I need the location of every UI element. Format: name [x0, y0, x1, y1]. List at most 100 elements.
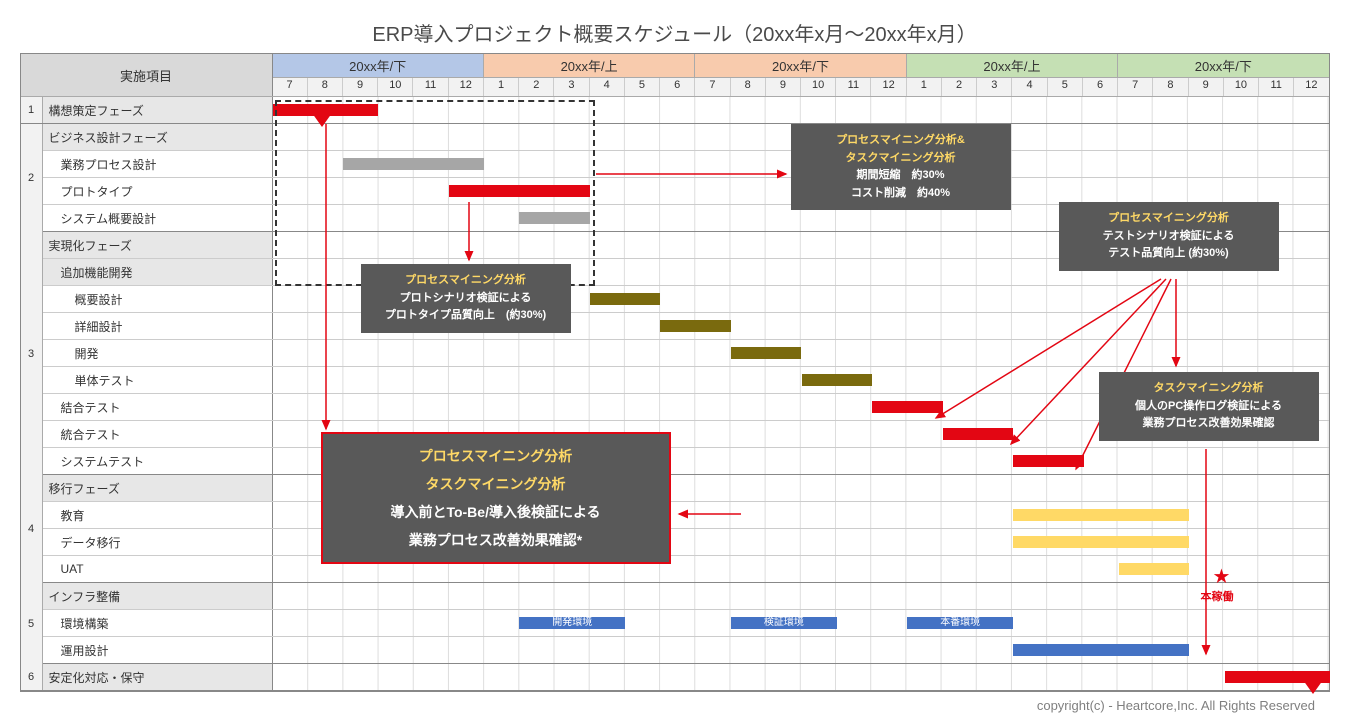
month-header: 6 [660, 78, 695, 96]
task-label: 環境構築 [43, 610, 273, 636]
group-number: 2 [21, 124, 43, 232]
callout-proto-quality: プロセスマイニング分析 プロトシナリオ検証による プロトタイプ品質向上 (約30… [361, 264, 571, 333]
task-label: システム概要設計 [43, 205, 273, 231]
month-header: 11 [413, 78, 448, 96]
month-header: 11 [1259, 78, 1294, 96]
task-label: データ移行 [43, 529, 273, 555]
month-header: 4 [590, 78, 625, 96]
month-header: 9 [1189, 78, 1224, 96]
timeline-lane [273, 637, 1329, 663]
gantt-bar: 検証環境 [731, 617, 837, 629]
month-header: 10 [1224, 78, 1259, 96]
go-live-label: 本稼働 [1201, 588, 1234, 604]
header-periods: 実施項目 20xx年/下20xx年/上20xx年/下20xx年/上20xx年/下… [21, 54, 1329, 97]
month-header: 4 [1012, 78, 1047, 96]
month-header: 11 [836, 78, 871, 96]
gantt-bar [449, 185, 590, 197]
gantt-row: プロトタイプ [21, 178, 1329, 205]
gantt-bar: 本番環境 [907, 617, 1013, 629]
month-header: 7 [1118, 78, 1153, 96]
period-header: 20xx年/下 [695, 54, 906, 77]
group-number: 4 [21, 475, 43, 583]
gantt-bar [1013, 536, 1189, 548]
gantt-row: 6安定化対応・保守 [21, 664, 1329, 691]
callout-main-effect: プロセスマイニング分析 タスクマイニング分析 導入前とTo-Be/導入後検証によ… [321, 432, 671, 564]
month-header: 2 [942, 78, 977, 96]
period-header: 20xx年/上 [907, 54, 1118, 77]
copyright-footer: copyright(c) - Heartcore,Inc. All Rights… [10, 698, 1315, 713]
timeline-lane [273, 664, 1329, 690]
gantt-row: インフラ整備 [21, 583, 1329, 610]
month-header: 2 [519, 78, 554, 96]
task-label: UAT [43, 556, 273, 582]
task-label: ビジネス設計フェーズ [43, 124, 273, 150]
month-header: 3 [977, 78, 1012, 96]
month-header: 3 [554, 78, 589, 96]
task-label: 開発 [43, 340, 273, 366]
timeline-lane [273, 583, 1329, 609]
task-label: 追加機能開発 [43, 259, 273, 285]
callout-mining-savings: プロセスマイニング分析& タスクマイニング分析 期間短縮 約30% コスト削減 … [791, 124, 1011, 210]
month-header: 8 [731, 78, 766, 96]
gantt-bar [1013, 644, 1189, 656]
task-label: 統合テスト [43, 421, 273, 447]
gantt-bar: 開発環境 [519, 617, 625, 629]
gantt-row: データ移行 [21, 529, 1329, 556]
gantt-bar [519, 212, 590, 224]
month-header: 9 [343, 78, 378, 96]
gantt-bar [1013, 509, 1189, 521]
gantt-row: 1構想策定フェーズ [21, 97, 1329, 124]
gantt-bar [1119, 563, 1190, 575]
month-header: 1 [907, 78, 942, 96]
gantt-row: システムテスト [21, 448, 1329, 475]
month-header: 5 [625, 78, 660, 96]
month-header: 8 [1153, 78, 1188, 96]
month-header: 12 [1294, 78, 1328, 96]
callout-task-mining: タスクマイニング分析 個人のPC操作ログ検証による 業務プロセス改善効果確認 [1099, 372, 1319, 441]
group-number: 3 [21, 232, 43, 475]
month-header: 7 [695, 78, 730, 96]
task-label: 安定化対応・保守 [43, 664, 273, 690]
month-header: 10 [801, 78, 836, 96]
task-label: 構想策定フェーズ [43, 97, 273, 123]
gantt-row: 開発 [21, 340, 1329, 367]
gantt-row: 業務プロセス設計 [21, 151, 1329, 178]
timeline-lane [273, 97, 1329, 123]
timeline-lane: 開発環境 検証環境 本番環境 [273, 610, 1329, 636]
task-label: インフラ整備 [43, 583, 273, 609]
gantt-row: ビジネス設計フェーズ [21, 124, 1329, 151]
task-label: 業務プロセス設計 [43, 151, 273, 177]
task-label: 教育 [43, 502, 273, 528]
task-label: システムテスト [43, 448, 273, 474]
gantt-row: 教育 [21, 502, 1329, 529]
task-label: 概要設計 [43, 286, 273, 312]
month-header: 9 [766, 78, 801, 96]
milestone-marker [1303, 680, 1323, 694]
month-header: 5 [1048, 78, 1083, 96]
row-number: 6 [21, 664, 43, 690]
gantt-bar [872, 401, 943, 413]
month-header: 8 [308, 78, 343, 96]
month-header: 1 [484, 78, 519, 96]
gantt-row: UAT [21, 556, 1329, 583]
period-header: 20xx年/上 [484, 54, 695, 77]
gantt-row: 詳細設計 [21, 313, 1329, 340]
gantt-bar [1013, 455, 1084, 467]
task-label: プロトタイプ [43, 178, 273, 204]
go-live-star-icon: ★ [1213, 564, 1231, 589]
month-header: 12 [449, 78, 484, 96]
gantt-row: 環境構築 開発環境 検証環境 本番環境 [21, 610, 1329, 637]
period-header: 20xx年/下 [273, 54, 484, 77]
task-label: 実現化フェーズ [43, 232, 273, 258]
row-number: 1 [21, 97, 43, 123]
group-number: 5 [21, 583, 43, 664]
month-header: 10 [378, 78, 413, 96]
task-label: 移行フェーズ [43, 475, 273, 501]
gantt-bar [731, 347, 802, 359]
month-header: 7 [273, 78, 308, 96]
month-header: 6 [1083, 78, 1118, 96]
gantt-chart: 実施項目 20xx年/下20xx年/上20xx年/下20xx年/上20xx年/下… [20, 53, 1330, 692]
gantt-row: 移行フェーズ [21, 475, 1329, 502]
task-label: 単体テスト [43, 367, 273, 393]
gantt-bar [590, 293, 661, 305]
